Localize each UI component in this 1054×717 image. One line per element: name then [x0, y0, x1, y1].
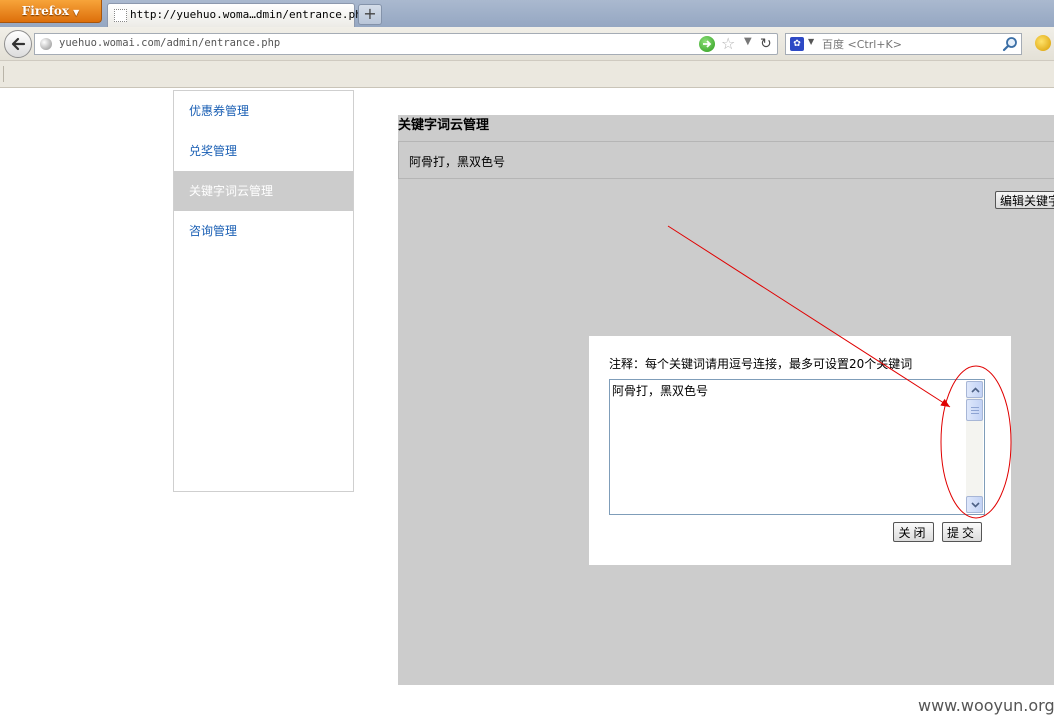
keyword-display-row: 阿骨打，黑双色号: [398, 141, 1054, 179]
sidebar-item-keyword-cloud[interactable]: 关键字词云管理: [174, 171, 353, 211]
addon-smiley-icon[interactable]: [1035, 35, 1051, 51]
globe-icon: [40, 38, 52, 50]
tab-title: http://yuehuo.woma…dmin/entrance.php: [130, 8, 369, 21]
search-input[interactable]: [822, 36, 992, 52]
close-button[interactable]: 关闭: [893, 522, 934, 542]
scroll-up-button[interactable]: [966, 381, 983, 398]
back-button[interactable]: [4, 30, 32, 58]
address-bar-url: yuehuo.womai.com/admin/entrance.php: [59, 37, 281, 49]
scroll-down-button[interactable]: [966, 496, 983, 513]
sidebar-item-consulting[interactable]: 咨询管理: [174, 211, 353, 251]
search-icon: [1002, 37, 1017, 52]
vertical-scrollbar[interactable]: [966, 381, 983, 513]
navigation-toolbar: yuehuo.womai.com/admin/entrance.php ☆ ▼ …: [0, 27, 1054, 61]
keywords-textarea[interactable]: 阿骨打，黑双色号: [609, 379, 985, 515]
firefox-menu-label: Firefox: [21, 4, 70, 18]
back-arrow-icon: [11, 37, 26, 51]
admin-sidebar: 优惠券管理 兑奖管理 关键字词云管理 咨询管理: [173, 90, 354, 492]
page-favicon-icon: [114, 9, 127, 22]
firefox-menu-button[interactable]: Firefox ▼: [0, 0, 102, 23]
sidebar-item-coupons[interactable]: 优惠券管理: [174, 91, 353, 131]
history-dropdown-icon[interactable]: ▼: [744, 36, 752, 47]
watermark: www.wooyun.org: [918, 696, 1054, 715]
engine-dropdown-icon[interactable]: ▼: [808, 37, 814, 46]
sidebar-item-prizes[interactable]: 兑奖管理: [174, 131, 353, 171]
tab-bar: Firefox ▼ http://yuehuo.woma…dmin/entranc…: [0, 0, 1054, 27]
bookmarks-toolbar: [0, 61, 1054, 88]
search-bar[interactable]: ✿ ▼: [785, 33, 1022, 55]
bookmark-star-icon[interactable]: ☆: [721, 34, 735, 54]
reload-icon[interactable]: ↻: [760, 34, 772, 54]
edit-keywords-button[interactable]: 编辑关键字: [995, 191, 1054, 209]
chevron-down-icon: ▼: [73, 7, 80, 17]
chevron-down-icon: [971, 502, 980, 508]
toolbar-grip: [3, 66, 4, 82]
paw-icon[interactable]: ✿: [790, 37, 804, 51]
tab-active[interactable]: http://yuehuo.woma…dmin/entrance.php: [107, 3, 368, 27]
keyword-list-text: 阿骨打，黑双色号: [409, 155, 506, 169]
new-tab-button[interactable]: +: [358, 4, 382, 25]
go-arrow-icon[interactable]: [699, 36, 715, 52]
edit-keywords-dialog: 注释：每个关键词请用逗号连接，最多可设置20个关键词 阿骨打，黑双色号 关闭 提…: [589, 336, 1011, 565]
page-title: 关键字词云管理: [398, 118, 490, 133]
chevron-up-icon: [971, 387, 980, 393]
submit-button[interactable]: 提交: [942, 522, 982, 542]
dialog-note: 注释：每个关键词请用逗号连接，最多可设置20个关键词: [609, 357, 913, 371]
address-bar[interactable]: yuehuo.womai.com/admin/entrance.php ☆ ▼ …: [34, 33, 778, 55]
keywords-textarea-value: 阿骨打，黑双色号: [612, 384, 709, 398]
scroll-thumb[interactable]: [966, 399, 983, 421]
